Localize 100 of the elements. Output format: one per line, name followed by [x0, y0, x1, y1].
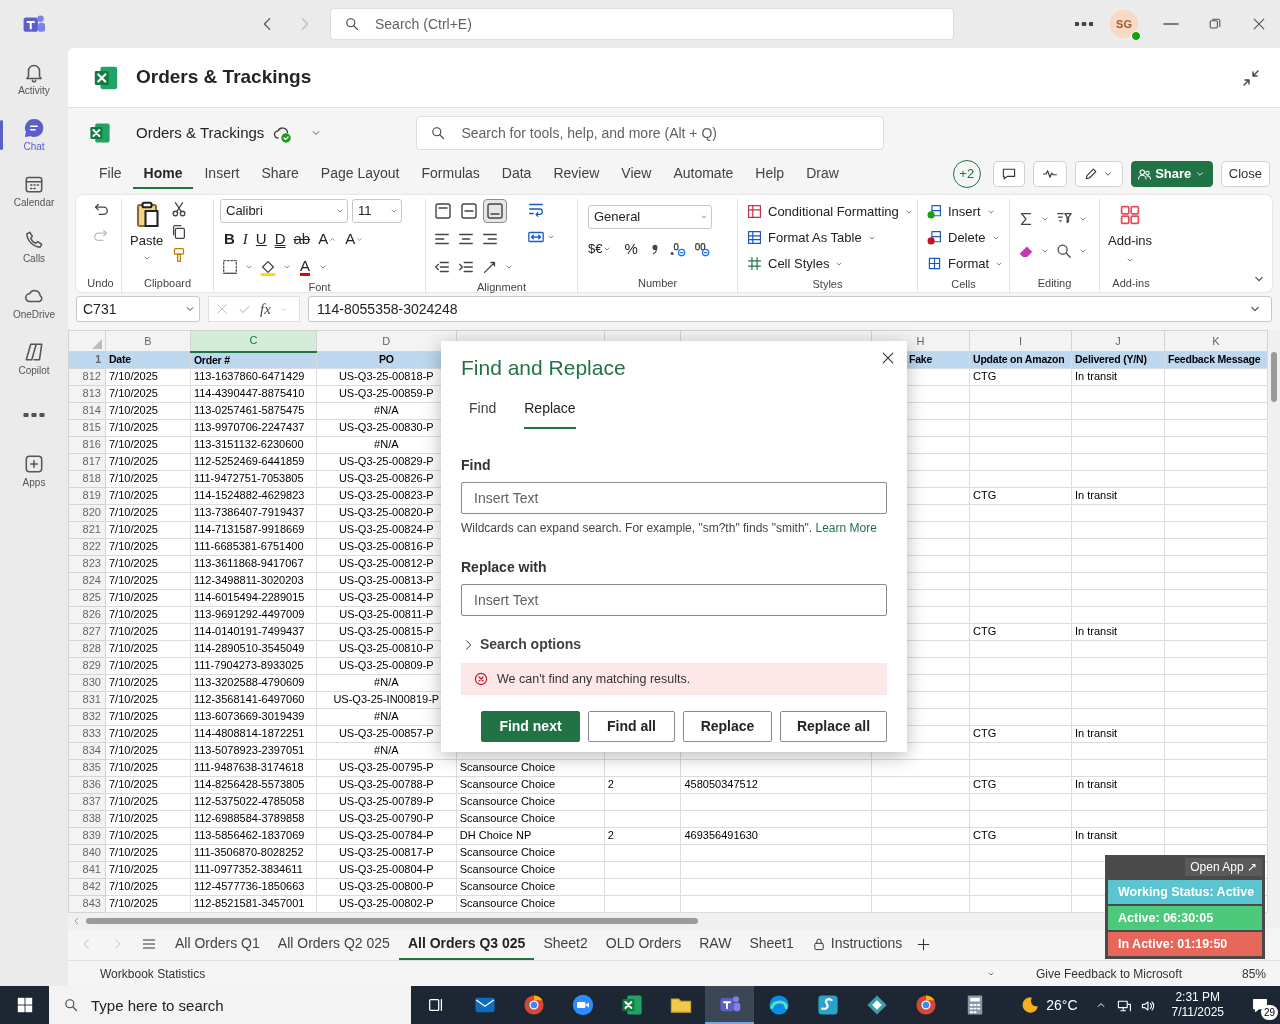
format-as-table-button[interactable]: Format As Table — [744, 225, 916, 250]
taskbar-search-field[interactable]: Type here to search — [49, 986, 411, 1024]
dialog-button[interactable]: Find all — [588, 711, 675, 743]
learn-more-link[interactable]: Learn More — [815, 521, 877, 536]
browser-icon — [521, 993, 546, 1017]
font-name-dropdown[interactable]: Calibri — [220, 199, 348, 223]
table-cell: 111-0977352-3834611 — [193, 863, 303, 875]
minimize-button[interactable] — [1162, 22, 1180, 26]
user-avatar[interactable]: SG — [1110, 10, 1138, 38]
sheet-tab[interactable]: All Orders Q2 025 — [268, 928, 399, 960]
menu-tab[interactable]: Draw — [795, 159, 850, 189]
clock-time[interactable]: 2:31 PM — [1175, 990, 1221, 1005]
dialog-tab[interactable]: Find — [469, 394, 497, 430]
sheet-tab[interactable]: RAW — [690, 928, 741, 960]
double-underline-button[interactable]: D — [270, 227, 290, 251]
clock-date[interactable]: 7/11/2025 — [1171, 1005, 1224, 1020]
find-field[interactable]: Insert Text — [461, 482, 887, 515]
table-cell: CTG — [973, 727, 997, 739]
notifications-button[interactable]: 29 — [1240, 986, 1280, 1024]
table-cell: US-Q3-25-00830-P — [338, 421, 434, 433]
menu-tab[interactable]: Formulas — [410, 159, 491, 189]
table-cell: 7/10/2025 — [108, 744, 158, 756]
close-button[interactable]: Close — [1220, 161, 1270, 187]
share-button[interactable]: Share — [1130, 161, 1213, 187]
insert-function-button[interactable]: fx — [260, 297, 271, 321]
more-options-button[interactable] — [1074, 21, 1094, 27]
bold-button[interactable]: B — [220, 227, 239, 251]
formula-field[interactable]: 114-8055358-3024248 — [308, 296, 1272, 322]
column-header[interactable]: K — [1212, 334, 1220, 347]
rail-item[interactable]: Activity — [0, 54, 68, 104]
sheet-tab[interactable]: Sheet2 — [534, 928, 597, 960]
menu-tab[interactable]: Insert — [193, 159, 251, 189]
insert-cells-button[interactable]: Insert — [924, 199, 1007, 224]
font-size-dropdown[interactable]: 11 — [352, 199, 402, 223]
comments-button[interactable] — [992, 161, 1025, 187]
currency-button[interactable]: $€ — [584, 237, 617, 261]
underline-button[interactable]: U — [251, 227, 271, 251]
sheet-tab[interactable]: OLD Orders — [596, 928, 691, 960]
menu-tab[interactable]: Share — [250, 159, 310, 189]
editing-mode-button[interactable] — [1074, 161, 1123, 187]
dialog-button[interactable]: Replace — [683, 711, 772, 743]
sheet-tab[interactable]: All Orders Q1 — [166, 928, 269, 960]
rail-item[interactable]: OneDrive — [0, 278, 68, 328]
grow-button[interactable]: A — [314, 227, 342, 251]
italic-button[interactable]: I — [238, 227, 252, 251]
rail-item[interactable]: Copilot — [0, 334, 68, 384]
open-app-button[interactable]: Open App ↗ — [1185, 858, 1262, 876]
menu-tab[interactable]: File — [88, 159, 133, 189]
activity-button[interactable] — [1032, 161, 1067, 187]
font-color-button[interactable]: A — [296, 255, 314, 279]
strikethrough-button[interactable]: ab — [289, 227, 315, 251]
search-field[interactable]: Search for tools, help, and more (Alt + Q) — [416, 116, 885, 150]
rail-item[interactable]: Calendar — [0, 166, 68, 216]
borders-button[interactable] — [220, 257, 240, 277]
dialog-button[interactable]: Replace all — [780, 711, 887, 743]
paste-button[interactable]: Paste — [128, 199, 166, 263]
menu-tab[interactable]: Help — [744, 159, 796, 189]
percent-button[interactable]: % — [620, 237, 642, 261]
column-header[interactable]: C — [249, 334, 258, 347]
number-format-dropdown[interactable]: General — [588, 205, 712, 229]
menu-tab[interactable]: Automate — [662, 159, 745, 189]
column-header[interactable]: H — [916, 334, 925, 347]
menu-tab[interactable]: Page Layout — [309, 159, 411, 189]
replace-field[interactable]: Insert Text — [461, 584, 887, 617]
column-header[interactable]: I — [1018, 334, 1022, 347]
search-options-toggle[interactable]: Search options — [461, 632, 582, 658]
conditional-formatting-button[interactable]: Conditional Formatting — [744, 199, 916, 224]
table-cell: Scansource Choice — [459, 880, 556, 892]
vertical-scrollbar[interactable] — [1268, 330, 1280, 928]
sheet-tab[interactable]: Sheet1 — [740, 928, 803, 960]
align-middle-button[interactable] — [458, 200, 480, 222]
column-header[interactable]: J — [1115, 334, 1121, 347]
menu-tab[interactable]: Review — [542, 159, 611, 189]
format-cells-button[interactable]: Format — [924, 251, 1007, 276]
delete-cells-button[interactable]: Delete — [924, 225, 1007, 250]
align-top-button[interactable] — [432, 200, 454, 222]
feedback-link[interactable]: Give Feedback to Microsoft — [1035, 964, 1182, 983]
zoom-level[interactable]: 85% — [1241, 964, 1266, 983]
rail-item[interactable]: Apps — [0, 446, 68, 496]
align-bottom-button[interactable] — [484, 200, 506, 222]
menu-tab[interactable]: View — [610, 159, 663, 189]
dialog-tab[interactable]: Replace — [524, 394, 576, 430]
shrink-button[interactable]: A — [341, 227, 369, 251]
row-header[interactable]: 1 — [95, 353, 101, 366]
table-cell: 7/10/2025 — [108, 591, 158, 603]
dialog-button[interactable]: Find next — [481, 711, 580, 743]
cell-styles-button[interactable]: Cell Styles — [744, 251, 916, 276]
menu-tab[interactable]: Data — [490, 159, 543, 189]
table-cell: 114-1524882-4629823 — [193, 489, 305, 501]
group-label: Editing — [1036, 276, 1073, 291]
table-cell: 111-9487638-3174618 — [193, 761, 304, 773]
name-box[interactable]: C731 — [76, 296, 200, 322]
rail-item[interactable]: Chat — [0, 110, 68, 160]
add-ins-button[interactable]: Add-ins — [1106, 199, 1155, 265]
column-header[interactable]: D — [382, 334, 391, 347]
rail-item[interactable]: Calls — [0, 222, 68, 272]
menu-tab[interactable]: Home — [132, 159, 194, 189]
column-header[interactable]: B — [144, 334, 152, 347]
sheet-tab[interactable]: Instructions — [802, 928, 912, 960]
search-field[interactable]: Search (Ctrl+E) — [330, 8, 954, 40]
